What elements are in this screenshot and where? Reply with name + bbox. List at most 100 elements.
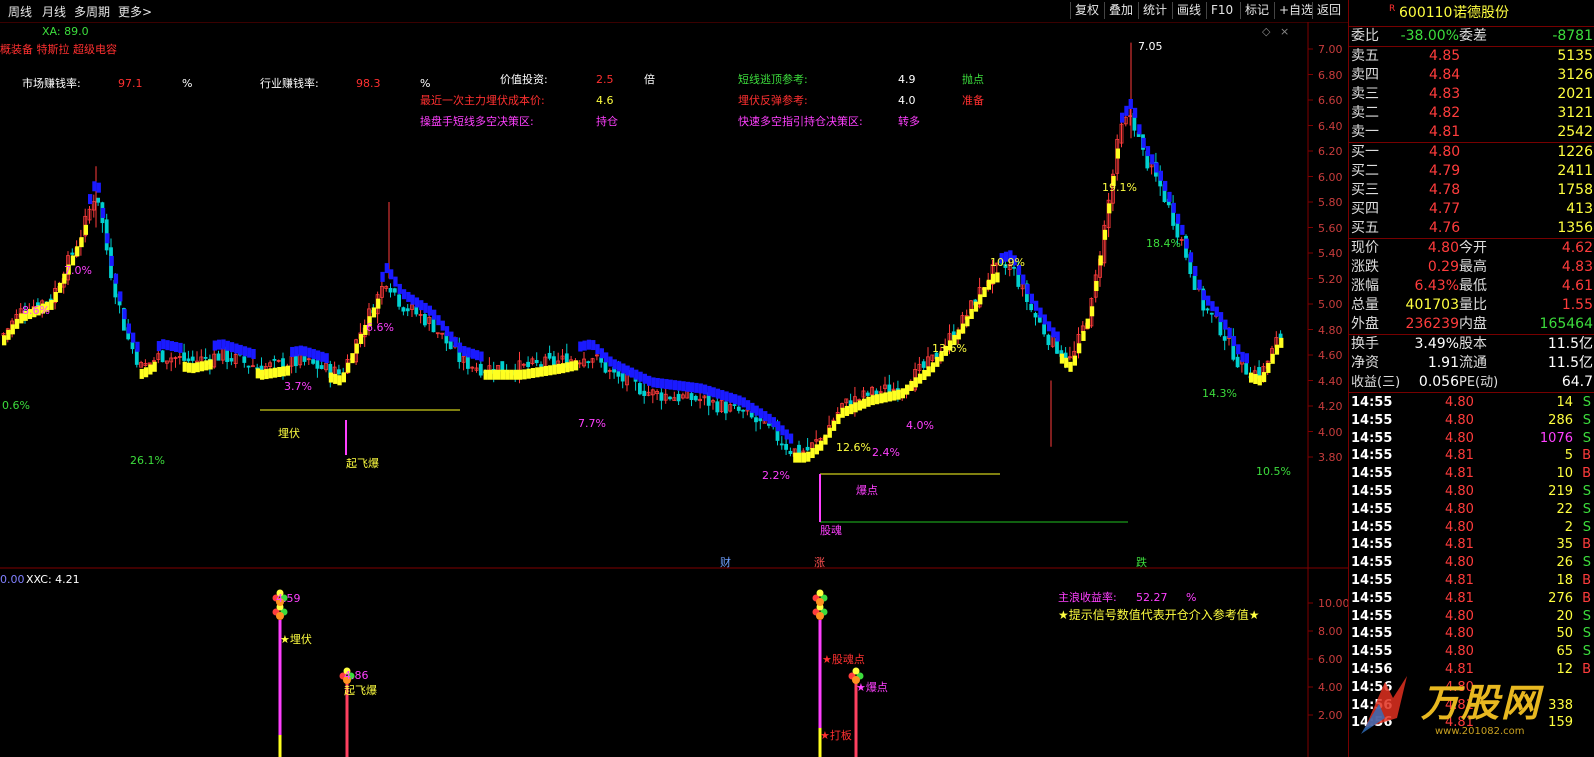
bid-label: 买二 bbox=[1351, 163, 1379, 179]
tick-price: 4.80 bbox=[1445, 501, 1474, 517]
stat-label: 最低 bbox=[1459, 278, 1487, 294]
high-price-marker: 7.05 bbox=[1138, 40, 1163, 53]
stat-value: 401703 bbox=[1405, 297, 1459, 313]
fund-value: 11.5亿 bbox=[1547, 336, 1593, 352]
tick-time: 14:55 bbox=[1351, 395, 1393, 410]
sub-axis-label: 8.00 bbox=[1318, 625, 1343, 638]
price-axis-label: 4.60 bbox=[1318, 349, 1343, 362]
bid-price: 4.76 bbox=[1429, 220, 1461, 236]
bid-row[interactable]: 买四 4.77 413 bbox=[1349, 200, 1594, 219]
bid-row[interactable]: 买五 4.76 1356 bbox=[1349, 219, 1594, 238]
stat-label: 量比 bbox=[1459, 297, 1487, 313]
diamond-icon[interactable]: ◇ bbox=[1262, 25, 1270, 38]
stat-row[interactable]: 涨幅 6.43% 最低 4.61 bbox=[1349, 277, 1594, 296]
tick-row: 14:55 4.80 20 S bbox=[1349, 608, 1594, 626]
pct-label: 26.1% bbox=[130, 454, 165, 467]
tick-time: 14:55 bbox=[1351, 644, 1393, 660]
ask-label: 卖四 bbox=[1351, 67, 1379, 83]
ask-price: 4.81 bbox=[1429, 124, 1461, 140]
fund-label: 流通 bbox=[1459, 355, 1487, 371]
value-invest-label: 价值投资: bbox=[500, 73, 548, 86]
bid-label: 买一 bbox=[1351, 144, 1379, 160]
tick-row: 14:55 4.80 26 S bbox=[1349, 554, 1594, 572]
tick-time: 14:55 bbox=[1351, 555, 1393, 571]
sub-header-prefix: 0.00 bbox=[0, 573, 25, 586]
rebound-label: 埋伏反弹参考: bbox=[738, 94, 808, 107]
event-marker-cai[interactable]: 财 bbox=[720, 556, 731, 569]
tick-row: 14:55 4.81 10 B bbox=[1349, 465, 1594, 483]
fund-value: 11.5亿 bbox=[1547, 355, 1593, 371]
market-rate-value: 97.1 bbox=[118, 77, 143, 90]
pct-label: 2.4% bbox=[872, 446, 900, 459]
fund-value: 64.7 bbox=[1561, 374, 1593, 390]
stat-row[interactable]: 外盘 236239 内盘 165464 bbox=[1349, 315, 1594, 334]
fund-label: 换手 bbox=[1351, 336, 1379, 352]
tick-time: 14:55 bbox=[1351, 608, 1393, 624]
fund-label: 净资 bbox=[1351, 355, 1379, 371]
bid-price: 4.77 bbox=[1429, 201, 1461, 217]
stat-row[interactable]: 总量 401703 量比 1.55 bbox=[1349, 296, 1594, 315]
tick-price: 4.80 bbox=[1445, 430, 1474, 446]
bid-label: 买四 bbox=[1351, 201, 1379, 217]
tick-side: B bbox=[1582, 466, 1591, 482]
tick-price: 4.81 bbox=[1445, 448, 1474, 464]
sub-signal-value: 4.59 bbox=[276, 592, 301, 605]
bid-row[interactable]: 买三 4.78 1758 bbox=[1349, 181, 1594, 200]
tick-row: 14:55 4.80 2 S bbox=[1349, 519, 1594, 537]
stock-code: 600110 bbox=[1399, 5, 1453, 21]
pct-label: 18.4% bbox=[1146, 237, 1181, 250]
stat-row[interactable]: 现价 4.80 今开 4.62 bbox=[1349, 239, 1594, 258]
tick-row: 14:55 4.80 1076 S bbox=[1349, 430, 1594, 448]
tick-price: 4.80 bbox=[1445, 395, 1474, 410]
operator-label: 操盘手短线多空决策区: bbox=[420, 115, 534, 128]
bid-vol: 1758 bbox=[1557, 182, 1593, 198]
fund-row[interactable]: 收益(三) 0.056 PE(动) 64.7 bbox=[1349, 373, 1594, 392]
stat-label: 涨幅 bbox=[1351, 278, 1379, 294]
ask-row[interactable]: 卖三 4.83 2021 bbox=[1349, 85, 1594, 104]
cost-label: 最近一次主力埋伏成本价: bbox=[420, 94, 545, 107]
bid-row[interactable]: 买一 4.80 1226 bbox=[1349, 143, 1594, 162]
bid-row[interactable]: 买二 4.79 2411 bbox=[1349, 162, 1594, 181]
price-axis-label: 5.00 bbox=[1318, 298, 1343, 311]
ask-label: 卖一 bbox=[1351, 124, 1379, 140]
fund-row[interactable]: 换手 3.49% 股本 11.5亿 bbox=[1349, 335, 1594, 354]
ask-row[interactable]: 卖二 4.82 3121 bbox=[1349, 104, 1594, 123]
stat-row[interactable]: 涨跌 0.29 最高 4.83 bbox=[1349, 258, 1594, 277]
close-icon[interactable]: × bbox=[1280, 25, 1289, 38]
price-axis-label: 4.80 bbox=[1318, 323, 1343, 337]
pct-label: 7.7% bbox=[578, 417, 606, 430]
escape-signal: 抛点 bbox=[962, 73, 984, 86]
ask-row[interactable]: 卖四 4.84 3126 bbox=[1349, 66, 1594, 85]
sub-signal-label: ★股魂点 bbox=[822, 653, 865, 666]
ask-row[interactable]: 卖五 4.85 5135 bbox=[1349, 47, 1594, 66]
tick-vol: 5 bbox=[1564, 448, 1573, 464]
price-axis-label: 5.20 bbox=[1318, 272, 1343, 286]
tick-time: 14:55 bbox=[1351, 501, 1393, 517]
tick-price: 4.81 bbox=[1445, 590, 1474, 606]
ask-row[interactable]: 卖一 4.81 2542 bbox=[1349, 123, 1594, 142]
tick-row: 14:55 4.81 35 B bbox=[1349, 536, 1594, 554]
tick-side: S bbox=[1582, 484, 1591, 499]
pct-label: 13.6% bbox=[932, 342, 967, 355]
rebound-signal: 准备 bbox=[962, 94, 984, 107]
tick-time: 14:55 bbox=[1351, 448, 1393, 464]
escape-value: 4.9 bbox=[898, 73, 916, 86]
tick-price: 4.80 bbox=[1445, 626, 1474, 642]
price-axis-label: 7.00 bbox=[1318, 43, 1343, 56]
signal-label: 爆点 bbox=[856, 484, 878, 497]
kline-chart[interactable] bbox=[0, 0, 1348, 757]
tick-row: 14:55 4.81 276 B bbox=[1349, 590, 1594, 608]
watermark-logo: 万股网 www.201082.com bbox=[1355, 668, 1591, 754]
tick-vol: 276 bbox=[1548, 590, 1573, 606]
stock-header[interactable]: R 600110 诺德股份 bbox=[1349, 2, 1594, 24]
event-marker-zhang[interactable]: 涨 bbox=[814, 556, 825, 569]
tick-side: S bbox=[1582, 626, 1591, 642]
fund-value: 3.49% bbox=[1414, 336, 1459, 352]
ask-vol: 2542 bbox=[1557, 124, 1593, 140]
value-invest-unit: 倍 bbox=[644, 73, 655, 86]
tick-row: 14:55 4.80 50 S bbox=[1349, 625, 1594, 643]
watermark-icon bbox=[1361, 676, 1407, 734]
fund-row[interactable]: 净资 1.91 流通 11.5亿 bbox=[1349, 354, 1594, 373]
event-marker-die[interactable]: 跌 bbox=[1136, 556, 1147, 569]
fund-label: 股本 bbox=[1459, 336, 1487, 352]
